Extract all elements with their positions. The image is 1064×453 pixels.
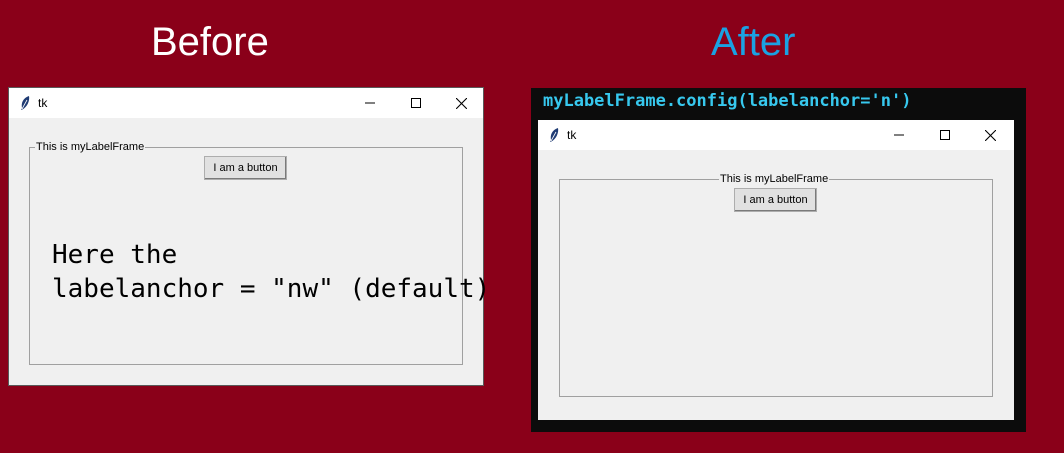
labelframe-label: This is myLabelFrame [719,173,830,186]
before-window: tk This is myLabelFrame I am a button [8,87,484,386]
maximize-button[interactable] [393,88,439,118]
minimize-icon [894,134,904,136]
i-am-a-button[interactable]: I am a button [734,188,817,212]
i-am-a-button[interactable]: I am a button [204,156,287,180]
after-titlebar[interactable]: tk [538,120,1014,150]
close-button[interactable] [438,88,484,118]
feather-icon [548,127,560,143]
before-heading: Before [151,20,269,64]
annotation-text: Here the labelanchor = "nw" (default) [52,238,490,306]
maximize-icon [940,130,950,140]
code-snippet: myLabelFrame.config(labelanchor='n') [543,91,912,111]
before-titlebar[interactable]: tk [9,88,483,118]
labelframe-label: This is myLabelFrame [35,141,146,154]
minimize-button[interactable] [347,88,393,118]
feather-icon [19,95,31,111]
close-icon [455,97,467,109]
close-button[interactable] [967,120,1013,150]
close-icon [984,129,996,141]
maximize-button[interactable] [922,120,968,150]
after-panel: myLabelFrame.config(labelanchor='n') tk … [531,88,1026,432]
annotation-line-1: Here the [52,240,178,270]
minimize-icon [365,102,375,104]
window-title: tk [567,128,577,142]
minimize-button[interactable] [876,120,922,150]
after-heading: After [711,20,796,64]
after-window: tk This is myLabelFrame I am a button [538,120,1014,420]
maximize-icon [411,98,421,108]
window-title: tk [38,96,48,110]
annotation-line-2: labelanchor = "nw" (default) [52,274,491,304]
